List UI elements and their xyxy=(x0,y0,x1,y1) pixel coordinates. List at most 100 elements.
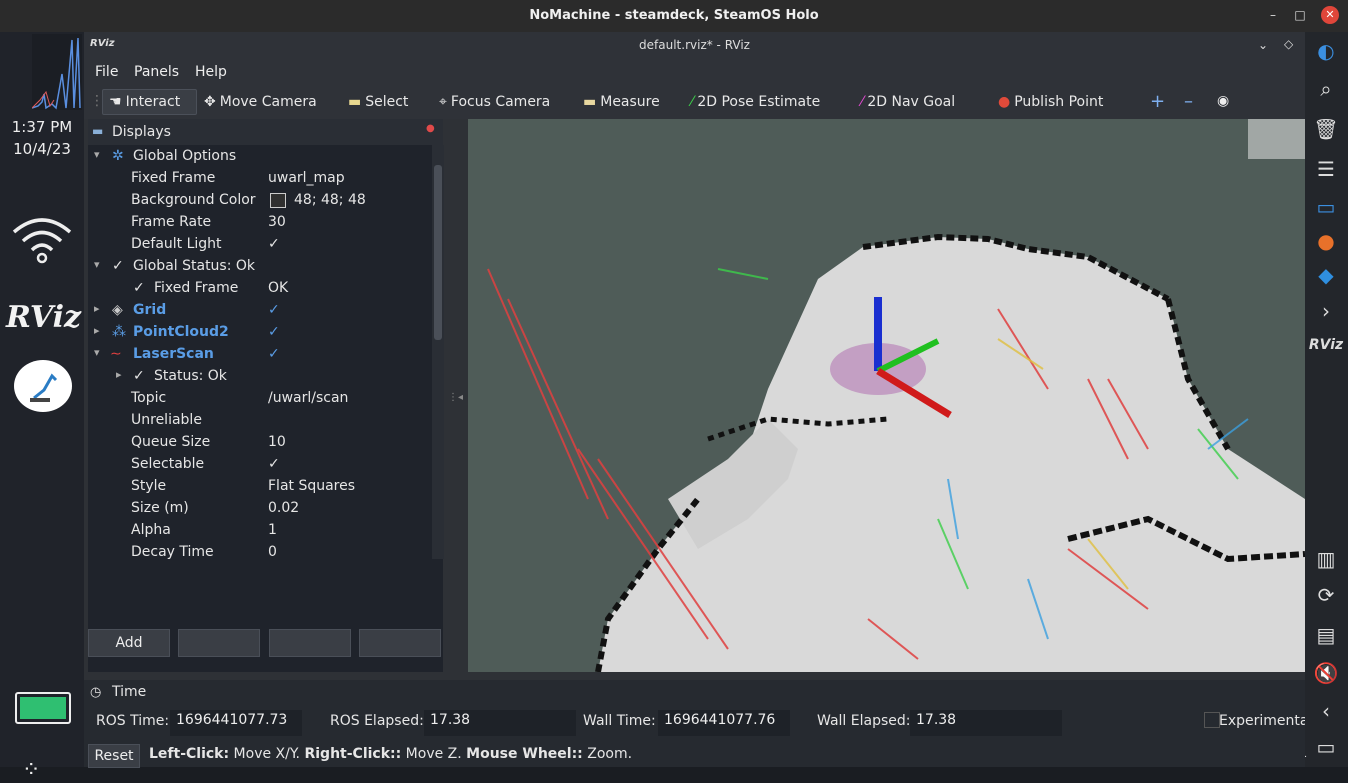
maximize-icon[interactable]: □ xyxy=(1291,6,1309,24)
tree-row[interactable]: Alpha 1 xyxy=(88,519,428,541)
tree-row[interactable]: ✓ Fixed Frame OK xyxy=(88,277,428,299)
app-launcher-icon[interactable]: ⁘ xyxy=(22,758,40,783)
diamond-icon[interactable]: ◇ xyxy=(1284,37,1293,51)
clock-time: 1:37 PM xyxy=(11,118,73,136)
clipboard-icon[interactable]: ▤ xyxy=(1311,620,1341,650)
tree-row[interactable]: Background Color 48; 48; 48 xyxy=(88,189,428,211)
color-swatch[interactable] xyxy=(270,193,286,208)
vscode-icon[interactable]: ◆ xyxy=(1311,260,1341,290)
storage-icon[interactable]: ▥ xyxy=(1311,544,1341,574)
tree-row[interactable]: Unreliable xyxy=(88,409,428,431)
splitter-handle[interactable]: ⋮◂ xyxy=(448,392,463,403)
remove-tool-icon[interactable]: – xyxy=(1184,91,1193,112)
rviz-titlebar: RViz default.rviz* - RViz ⌄ ◇ xyxy=(84,32,1305,60)
ros-time-field[interactable]: 1696441077.73 xyxy=(170,710,302,736)
tree-row[interactable]: ▾ ∼ LaserScan ✓ xyxy=(88,343,428,365)
grid-icon: ◈ xyxy=(112,302,123,318)
laserscan-icon: ∼ xyxy=(110,346,122,362)
experimental-label: Experimenta xyxy=(1219,713,1305,729)
settings-sliders-icon[interactable]: ☰ xyxy=(1311,154,1341,184)
rviz-logo[interactable]: RViz xyxy=(6,300,81,335)
panel-close-icon[interactable]: ● xyxy=(426,123,435,134)
folder-icon[interactable]: ▭ xyxy=(1311,192,1341,222)
right-dock: ◐ ⌕ 🗑 ☰ ▭ ● ◆ › RViz ▥ ⟳ ▤ 🔇 ‹ 31 ▭ xyxy=(1291,32,1348,767)
status-hint: Left-Click: Move X/Y. Right-Click:: Move… xyxy=(149,746,633,762)
tool-2d-nav-goal[interactable]: ⁄ 2D Nav Goal xyxy=(861,94,955,110)
search-icon[interactable]: ⌕ xyxy=(1311,74,1341,104)
tree-row[interactable]: Queue Size 10 xyxy=(88,431,428,453)
tree-row[interactable]: ▾ ✓ Global Status: Ok xyxy=(88,255,428,277)
update-icon[interactable]: ⟳ xyxy=(1311,580,1341,610)
tree-row[interactable]: Size (m) 0.02 xyxy=(88,497,428,519)
hand-icon: ☚ xyxy=(109,94,122,110)
gear-icon: ✲ xyxy=(112,148,124,164)
displays-tree: ▾ ✲ Global Options Fixed Frame uwarl_map B… xyxy=(88,145,428,559)
steam-icon[interactable]: ◐ xyxy=(1311,36,1341,66)
tree-row[interactable]: ▸ ✓ Status: Ok xyxy=(88,365,428,387)
firefox-icon[interactable]: ● xyxy=(1311,226,1341,256)
tool-move-camera[interactable]: ✥ Move Camera xyxy=(204,94,317,110)
trash-icon[interactable]: 🗑 xyxy=(1311,114,1341,144)
check-icon: ✓ xyxy=(133,368,145,384)
reset-button[interactable]: Reset xyxy=(88,744,140,768)
tool-2d-pose-estimate[interactable]: ⁄ 2D Pose Estimate xyxy=(691,94,820,110)
battery-icon xyxy=(15,692,71,724)
ros-elapsed-label: ROS Elapsed: xyxy=(330,713,424,729)
wall-time-field[interactable]: 1696441077.76 xyxy=(658,710,790,736)
tool-interact[interactable]: ☚ Interact xyxy=(102,89,198,115)
arrow-green-icon: ⁄ xyxy=(691,94,694,110)
chevron-left-icon[interactable]: ‹ xyxy=(1311,696,1341,726)
cpu-graph-icon xyxy=(32,34,82,110)
tree-row[interactable]: Default Light ✓ xyxy=(88,233,428,255)
rviz-window: RViz default.rviz* - RViz ⌄ ◇ File Panel… xyxy=(84,32,1305,768)
tool-select[interactable]: ▬ Select xyxy=(348,94,408,110)
wall-elapsed-field[interactable]: 17.38 xyxy=(910,710,1062,736)
tool-focus-camera[interactable]: ⌖ Focus Camera xyxy=(439,94,550,110)
rviz-title: default.rviz* - RViz xyxy=(639,38,750,52)
duplicate-display-button[interactable] xyxy=(178,629,260,657)
menu-file[interactable]: File xyxy=(95,64,118,80)
menu-panels[interactable]: Panels xyxy=(134,64,179,80)
wall-elapsed-label: Wall Elapsed: xyxy=(817,713,911,729)
rename-display-button[interactable] xyxy=(359,629,441,657)
scrollbar-thumb[interactable] xyxy=(434,165,442,340)
show-desktop-icon[interactable]: ▭ xyxy=(1311,732,1341,762)
remove-display-button[interactable] xyxy=(269,629,351,657)
volume-muted-icon[interactable]: 🔇 xyxy=(1311,658,1341,688)
time-header: Time xyxy=(112,684,147,700)
tree-row[interactable]: Topic/uwarl/scan xyxy=(88,387,428,409)
tree-row[interactable]: ▾ ✲ Global Options xyxy=(88,145,428,167)
minimize-icon[interactable]: – xyxy=(1264,6,1282,24)
tree-row[interactable]: Decay Time 0 xyxy=(88,541,428,559)
3d-viewport[interactable] xyxy=(468,119,1305,672)
wifi-icon[interactable] xyxy=(10,214,74,264)
tree-row[interactable]: ▸ ◈ Grid ✓ xyxy=(88,299,428,321)
chevron-down-icon[interactable]: ⌄ xyxy=(1258,38,1268,52)
ros-time-label: ROS Time: xyxy=(96,713,170,729)
clock-icon: ◷ xyxy=(90,685,102,700)
experimental-checkbox[interactable] xyxy=(1204,712,1220,728)
tree-row[interactable]: ▸ ⁂ PointCloud2 ✓ xyxy=(88,321,428,343)
arrow-pink-icon: ⁄ xyxy=(861,94,864,110)
check-icon: ✓ xyxy=(133,280,145,296)
tree-row[interactable]: Style Flat Squares xyxy=(88,475,428,497)
pin-icon: ● xyxy=(998,94,1011,110)
displays-panel: ▬ Displays ● ▾ ✲ Global Options Fixed Fra… xyxy=(88,119,444,672)
menu-help[interactable]: Help xyxy=(195,64,227,80)
tree-row[interactable]: Frame Rate 30 xyxy=(88,211,428,233)
add-tool-icon[interactable]: + xyxy=(1150,91,1165,112)
tree-row[interactable]: Selectable ✓ xyxy=(88,453,428,475)
displays-scrollbar[interactable] xyxy=(432,145,444,559)
tool-measure[interactable]: ▬ Measure xyxy=(583,94,660,110)
robot-arm-icon[interactable] xyxy=(14,360,72,412)
add-display-button[interactable]: Add xyxy=(88,629,170,657)
ros-elapsed-field[interactable]: 17.38 xyxy=(424,710,576,736)
close-icon[interactable]: ✕ xyxy=(1321,6,1339,24)
tool-publish-point[interactable]: ● Publish Point xyxy=(998,94,1103,110)
ruler-icon: ▬ xyxy=(583,94,597,110)
tree-row[interactable]: Fixed Frame uwarl_map xyxy=(88,167,428,189)
terminal-icon[interactable]: › xyxy=(1311,296,1341,326)
wall-time-label: Wall Time: xyxy=(583,713,656,729)
eye-icon[interactable]: ◉ xyxy=(1217,93,1229,109)
dock-rviz-icon[interactable]: RViz xyxy=(1309,330,1343,360)
